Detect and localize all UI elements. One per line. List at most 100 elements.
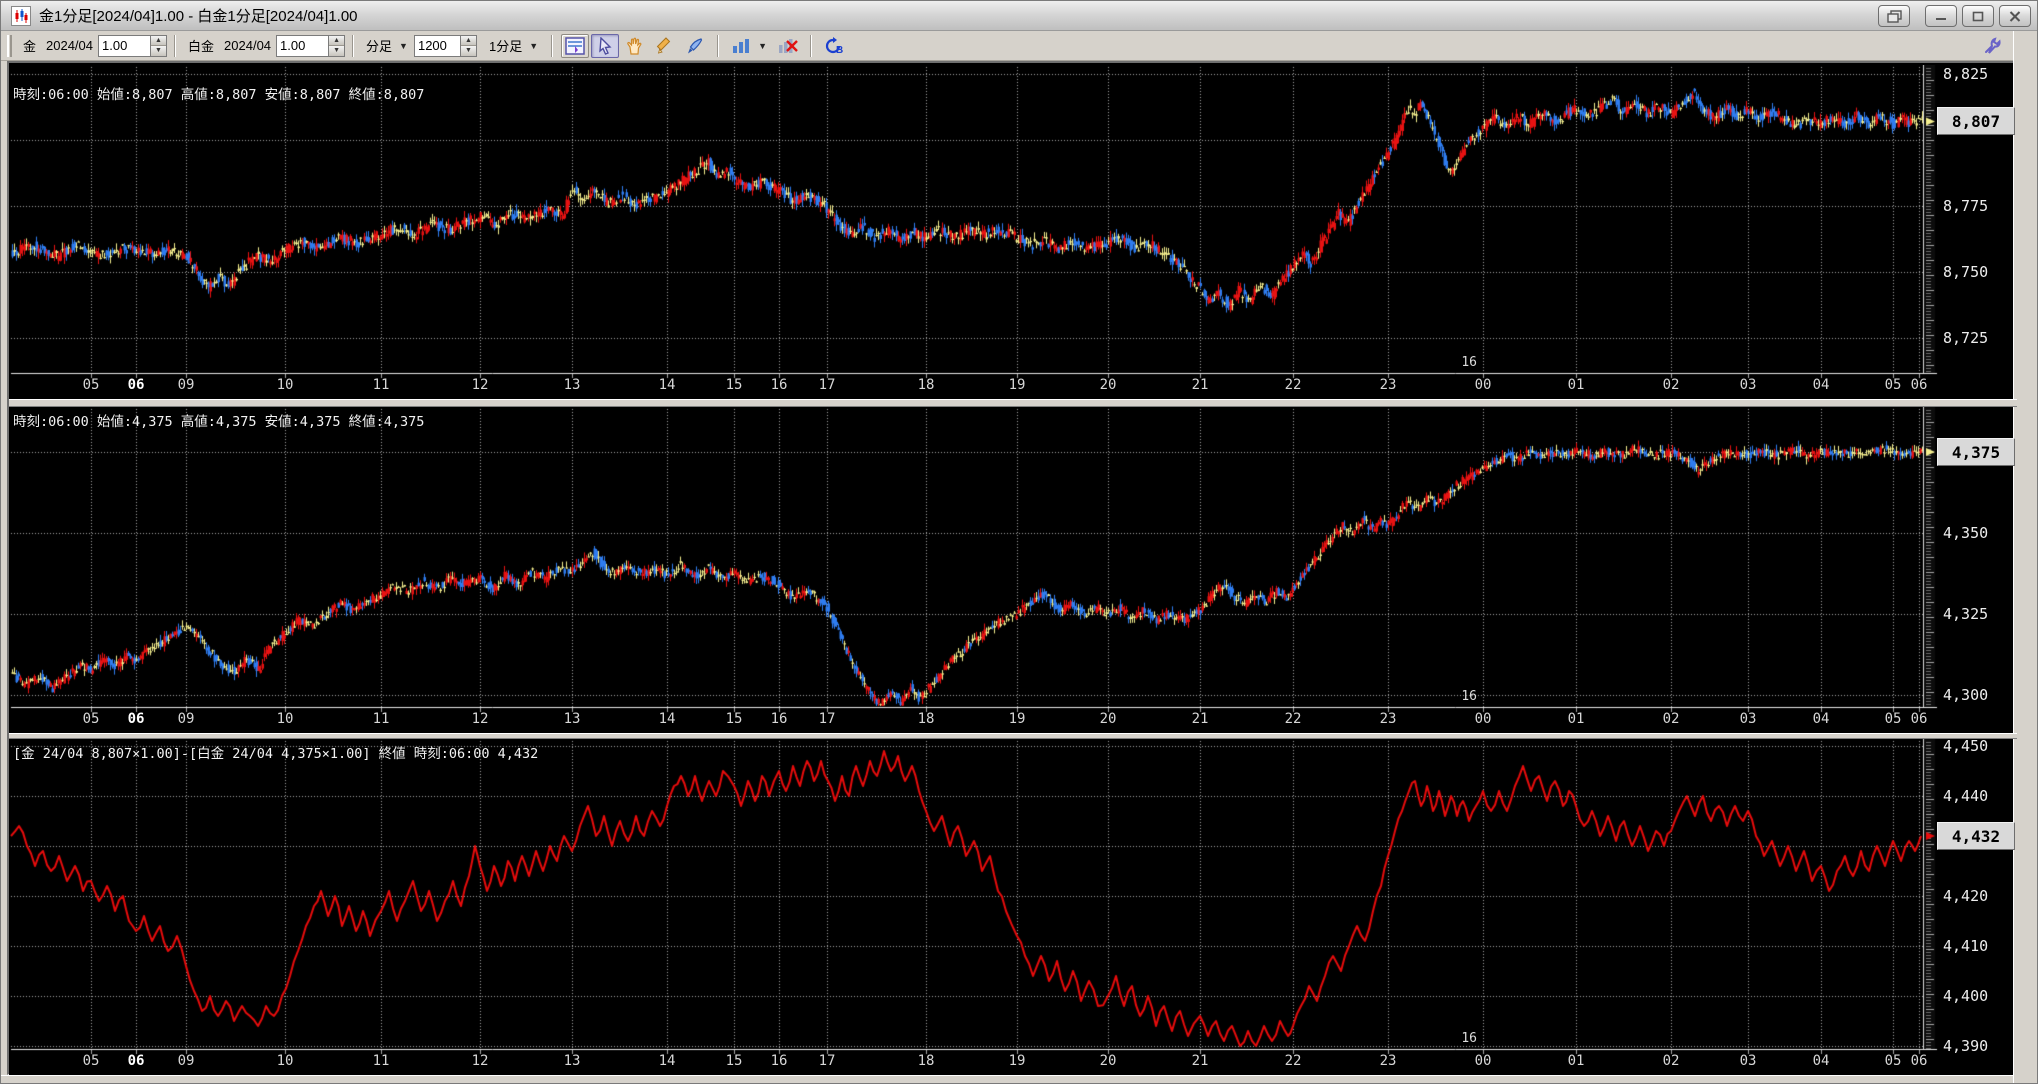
spread-time-axis-label: 13 [563,1053,581,1069]
platinum-chart-panel: 時刻:06:00 始値:4,375 高値:4,375 安値:4,375 終値:4… [9,407,2017,733]
platinum-chart-canvas[interactable] [9,407,2017,733]
platinum-time-axis-label: 15 [725,711,743,727]
gold-y-axis-label: 8,750 [1943,263,1989,281]
remove-chart-button[interactable] [774,34,802,58]
platinum-time-axis-label: 19 [1008,711,1026,727]
gold-y-axis-label: 8,775 [1943,197,1989,215]
toolbar-separator [810,34,813,57]
gold-multiplier-input[interactable] [98,34,151,57]
spread-time-axis-label: 06 [1910,1053,1928,1069]
platinum-time-axis-label: 21 [1191,711,1209,727]
chevron-down-icon[interactable]: ▼ [529,41,538,51]
gold-time-axis-label: 04 [1812,377,1830,393]
gold-time-axis-label: 06 [1910,377,1928,393]
gold-chart-canvas[interactable] [9,65,2017,399]
spin-up-icon[interactable]: ▲ [151,35,167,46]
platinum-time-axis-label: 17 [818,711,836,727]
gold-time-axis-label: 11 [372,377,390,393]
candlestick-app-icon [11,5,31,26]
gold-y-axis-label: 8,725 [1943,329,1989,347]
spread-chart-canvas[interactable] [9,739,2017,1075]
platinum-day-change-label: 16 [1461,689,1477,704]
spread-time-axis-label: 10 [276,1053,294,1069]
titlebar[interactable]: 金1分足[2024/04]1.00 - 白金1分足[2024/04]1.00 [1,1,2037,31]
toolbar-separator [174,34,177,57]
spread-time-axis-label: 03 [1739,1053,1757,1069]
indicator-settings-button[interactable] [561,33,590,58]
spin-down-icon[interactable]: ▼ [151,46,167,56]
chart-region: 時刻:06:00 始値:8,807 高値:8,807 安値:8,807 終値:8… [7,61,2017,1075]
spread-y-axis-label: 4,440 [1943,787,1989,805]
spread-chart-panel: [金 24/04 8,807×1.00]-[白金 24/04 4,375×1.0… [9,737,2017,1075]
panel-divider[interactable] [9,733,2017,739]
cursor-tool-button[interactable] [591,33,620,58]
minimize-button[interactable] [1925,5,1957,27]
spread-time-axis-label: 18 [917,1053,935,1069]
gold-time-axis-label: 23 [1379,377,1397,393]
spread-time-axis-label: 17 [818,1053,836,1069]
gold-time-axis-label: 15 [725,377,743,393]
spin-up-icon[interactable]: ▲ [329,35,345,46]
spread-time-axis-label: 05 [82,1053,100,1069]
chevron-down-icon[interactable]: ▼ [399,41,408,51]
gold-time-axis-label: 03 [1739,377,1757,393]
hand-tool-button[interactable] [621,34,649,58]
bar-chart-type-button[interactable] [727,34,755,58]
gold-time-axis-label: 13 [563,377,581,393]
interval-dropdown-label[interactable]: 分足 [366,36,392,55]
maximize-button[interactable] [1962,5,1994,27]
platinum-time-axis-label: 00 [1474,711,1492,727]
spread-y-axis-label: 4,420 [1943,887,1989,905]
pen-tool-button[interactable] [681,34,709,58]
platinum-time-axis-label: 06 [1910,711,1928,727]
spread-time-axis-label: 19 [1008,1053,1026,1069]
spread-time-axis-label: 15 [725,1053,743,1069]
spread-time-axis-label: 20 [1099,1053,1117,1069]
spin-down-icon[interactable]: ▼ [329,46,345,56]
platinum-time-axis-label: 05 [82,711,100,727]
gold-time-axis-label: 05 [82,377,100,393]
toolbar-separator [352,34,355,57]
gold-symbol-label: 金 [23,39,37,54]
spread-time-axis-label: 06 [127,1053,145,1069]
wrench-settings-button[interactable] [1978,34,2006,58]
platinum-contract-month: 2024/04 [224,38,272,53]
timeframe-dropdown[interactable]: 1分足 [489,36,522,55]
platinum-multiplier-input[interactable] [276,34,329,57]
spin-up-icon[interactable]: ▲ [460,35,476,46]
panel-divider[interactable] [9,399,2017,407]
gold-time-axis-label: 12 [471,377,489,393]
window-right-frame [2013,31,2037,1083]
spread-time-axis-label: 14 [658,1053,676,1069]
chevron-down-icon[interactable]: ▼ [758,41,767,51]
toolbar-separator [551,34,554,57]
spread-time-axis-label: 04 [1812,1053,1830,1069]
platinum-time-axis-label: 01 [1567,711,1585,727]
refresh-button[interactable]: B [820,34,848,58]
platinum-time-axis-label: 09 [177,711,195,727]
spread-y-axis-label: 4,410 [1943,937,1989,955]
platinum-time-axis-label: 02 [1662,711,1680,727]
gold-time-axis-label: 02 [1662,377,1680,393]
svg-text:B: B [836,45,843,55]
bar-count-input[interactable] [413,34,460,57]
pencil-tool-button[interactable] [651,34,679,58]
spin-down-icon[interactable]: ▼ [460,46,476,56]
platinum-time-axis-label: 10 [276,711,294,727]
gold-multiplier-spinner[interactable]: ▲ ▼ [150,34,168,57]
spread-time-axis-label: 22 [1284,1053,1302,1069]
cascade-windows-button[interactable] [1878,5,1910,27]
gold-contract-month: 2024/04 [46,38,94,53]
application-window: 金1分足[2024/04]1.00 - 白金1分足[2024/04]1.00 金… [0,0,2038,1084]
window-title: 金1分足[2024/04]1.00 - 白金1分足[2024/04]1.00 [39,8,358,25]
gold-time-axis-label: 20 [1099,377,1117,393]
gold-time-axis-label: 01 [1567,377,1585,393]
bar-count-spinner[interactable]: ▲ ▼ [459,34,477,57]
platinum-multiplier-spinner[interactable]: ▲ ▼ [328,34,346,57]
platinum-time-axis-label: 11 [372,711,390,727]
spread-time-axis-label: 02 [1662,1053,1680,1069]
toolbar-grip[interactable] [7,34,12,57]
platinum-current-price-box: 4,375 [1937,438,2015,466]
close-button[interactable] [1999,5,2031,27]
spread-current-price-box: 4,432 [1937,822,2015,850]
